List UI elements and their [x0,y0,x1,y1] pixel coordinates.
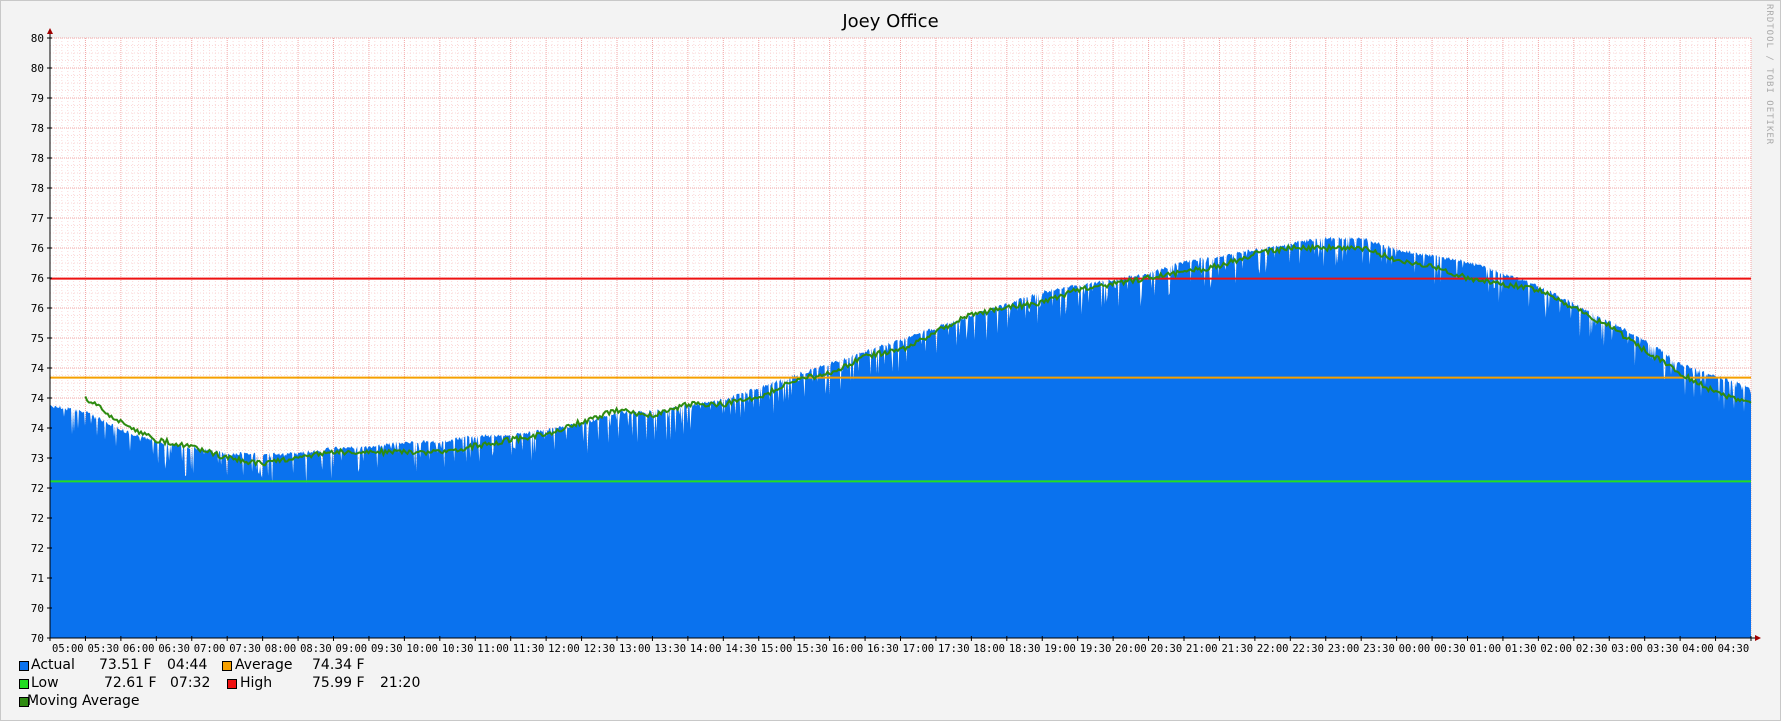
watermark-text: RRDTOOL / TOBI OETIKER [1764,4,1774,146]
x-tick-label: 20:30 [1151,643,1183,655]
y-tick-label: 73 [31,452,44,465]
chart-canvas: 70 70 71 72 72 72 73 74 74 74 75 76 76 76 77 78 78 78 79 80… [31,28,1761,655]
y-tick-label: 74 [31,392,45,405]
x-tick-label: 00:30 [1434,643,1466,655]
x-tick-label: 21:00 [1186,643,1218,655]
x-tick-label: 05:00 [52,643,84,655]
x-tick-label: 04:00 [1682,643,1714,655]
x-tick-label: 08:30 [300,643,332,655]
x-tick-label: 10:30 [442,643,474,655]
x-tick-label: 07:30 [229,643,261,655]
x-tick-label: 08:00 [265,643,297,655]
y-tick-label: 76 [31,242,44,255]
x-tick-label: 12:30 [584,643,616,655]
y-tick-label: 75 [31,332,44,345]
y-tick-label: 70 [31,632,44,645]
x-tick-label: 14:30 [725,643,757,655]
x-tick-label: 09:00 [336,643,368,655]
x-tick-label: 20:00 [1115,643,1147,655]
x-tick-label: 00:00 [1399,643,1431,655]
x-tick-label: 02:00 [1540,643,1572,655]
x-tick-label: 09:30 [371,643,403,655]
x-tick-label: 15:30 [796,643,828,655]
x-tick-label: 17:30 [938,643,970,655]
y-tick-labels: 70 70 71 72 72 72 73 74 74 74 75 76 76 76 77 78 78 78 79 80… [31,32,45,645]
x-tick-label: 06:30 [158,643,190,655]
y-tick-label: 80 [31,32,44,45]
x-tick-label: 16:00 [832,643,864,655]
x-tick-labels: 05:00 05:30 06:00 06:30 07:00 07:30 08:00 08:30… [52,643,1749,655]
x-tick-label: 07:00 [194,643,226,655]
x-tick-label: 04:30 [1718,643,1750,655]
y-tick-label: 79 [31,92,44,105]
y-tick-label: 74 [31,362,45,375]
x-tick-label: 23:00 [1328,643,1360,655]
x-tick-label: 14:00 [690,643,722,655]
x-tick-label: 01:30 [1505,643,1537,655]
chart-title: Joey Office [842,11,939,32]
y-tick-label: 80 [31,62,44,75]
x-tick-label: 19:00 [1044,643,1076,655]
x-tick-label: 05:30 [87,643,119,655]
x-axis-arrow [1755,635,1761,641]
y-tick-label: 72 [31,482,44,495]
y-tick-label: 76 [31,302,44,315]
y-tick-label: 78 [31,152,44,165]
x-tick-label: 11:00 [477,643,509,655]
y-tick-label: 76 [31,272,44,285]
y-tick-label: 70 [31,602,44,615]
y-tick-label: 72 [31,512,44,525]
y-tick-label: 78 [31,122,44,135]
x-tick-label: 22:00 [1257,643,1289,655]
y-tick-label: 72 [31,542,44,555]
x-tick-label: 19:30 [1080,643,1112,655]
y-tick-label: 77 [31,212,44,225]
x-tick-label: 03:00 [1611,643,1643,655]
x-tick-label: 16:30 [867,643,899,655]
x-tick-label: 22:30 [1292,643,1324,655]
x-tick-label: 18:30 [1009,643,1041,655]
x-tick-label: 02:30 [1576,643,1608,655]
x-tick-label: 13:00 [619,643,651,655]
x-tick-label: 21:30 [1221,643,1253,655]
x-tick-label: 15:00 [761,643,793,655]
x-tick-label: 03:30 [1647,643,1679,655]
x-tick-label: 12:00 [548,643,580,655]
x-tick-label: 01:00 [1470,643,1502,655]
y-tick-label: 78 [31,182,44,195]
x-tick-label: 13:30 [654,643,686,655]
y-tick-label: 74 [31,422,45,435]
x-tick-label: 10:00 [406,643,438,655]
y-tick-label: 71 [31,572,44,585]
x-tick-label: 17:00 [903,643,935,655]
x-tick-label: 11:30 [513,643,545,655]
x-tick-label: 18:00 [973,643,1005,655]
x-tick-label: 06:00 [123,643,155,655]
x-tick-label: 23:30 [1363,643,1395,655]
